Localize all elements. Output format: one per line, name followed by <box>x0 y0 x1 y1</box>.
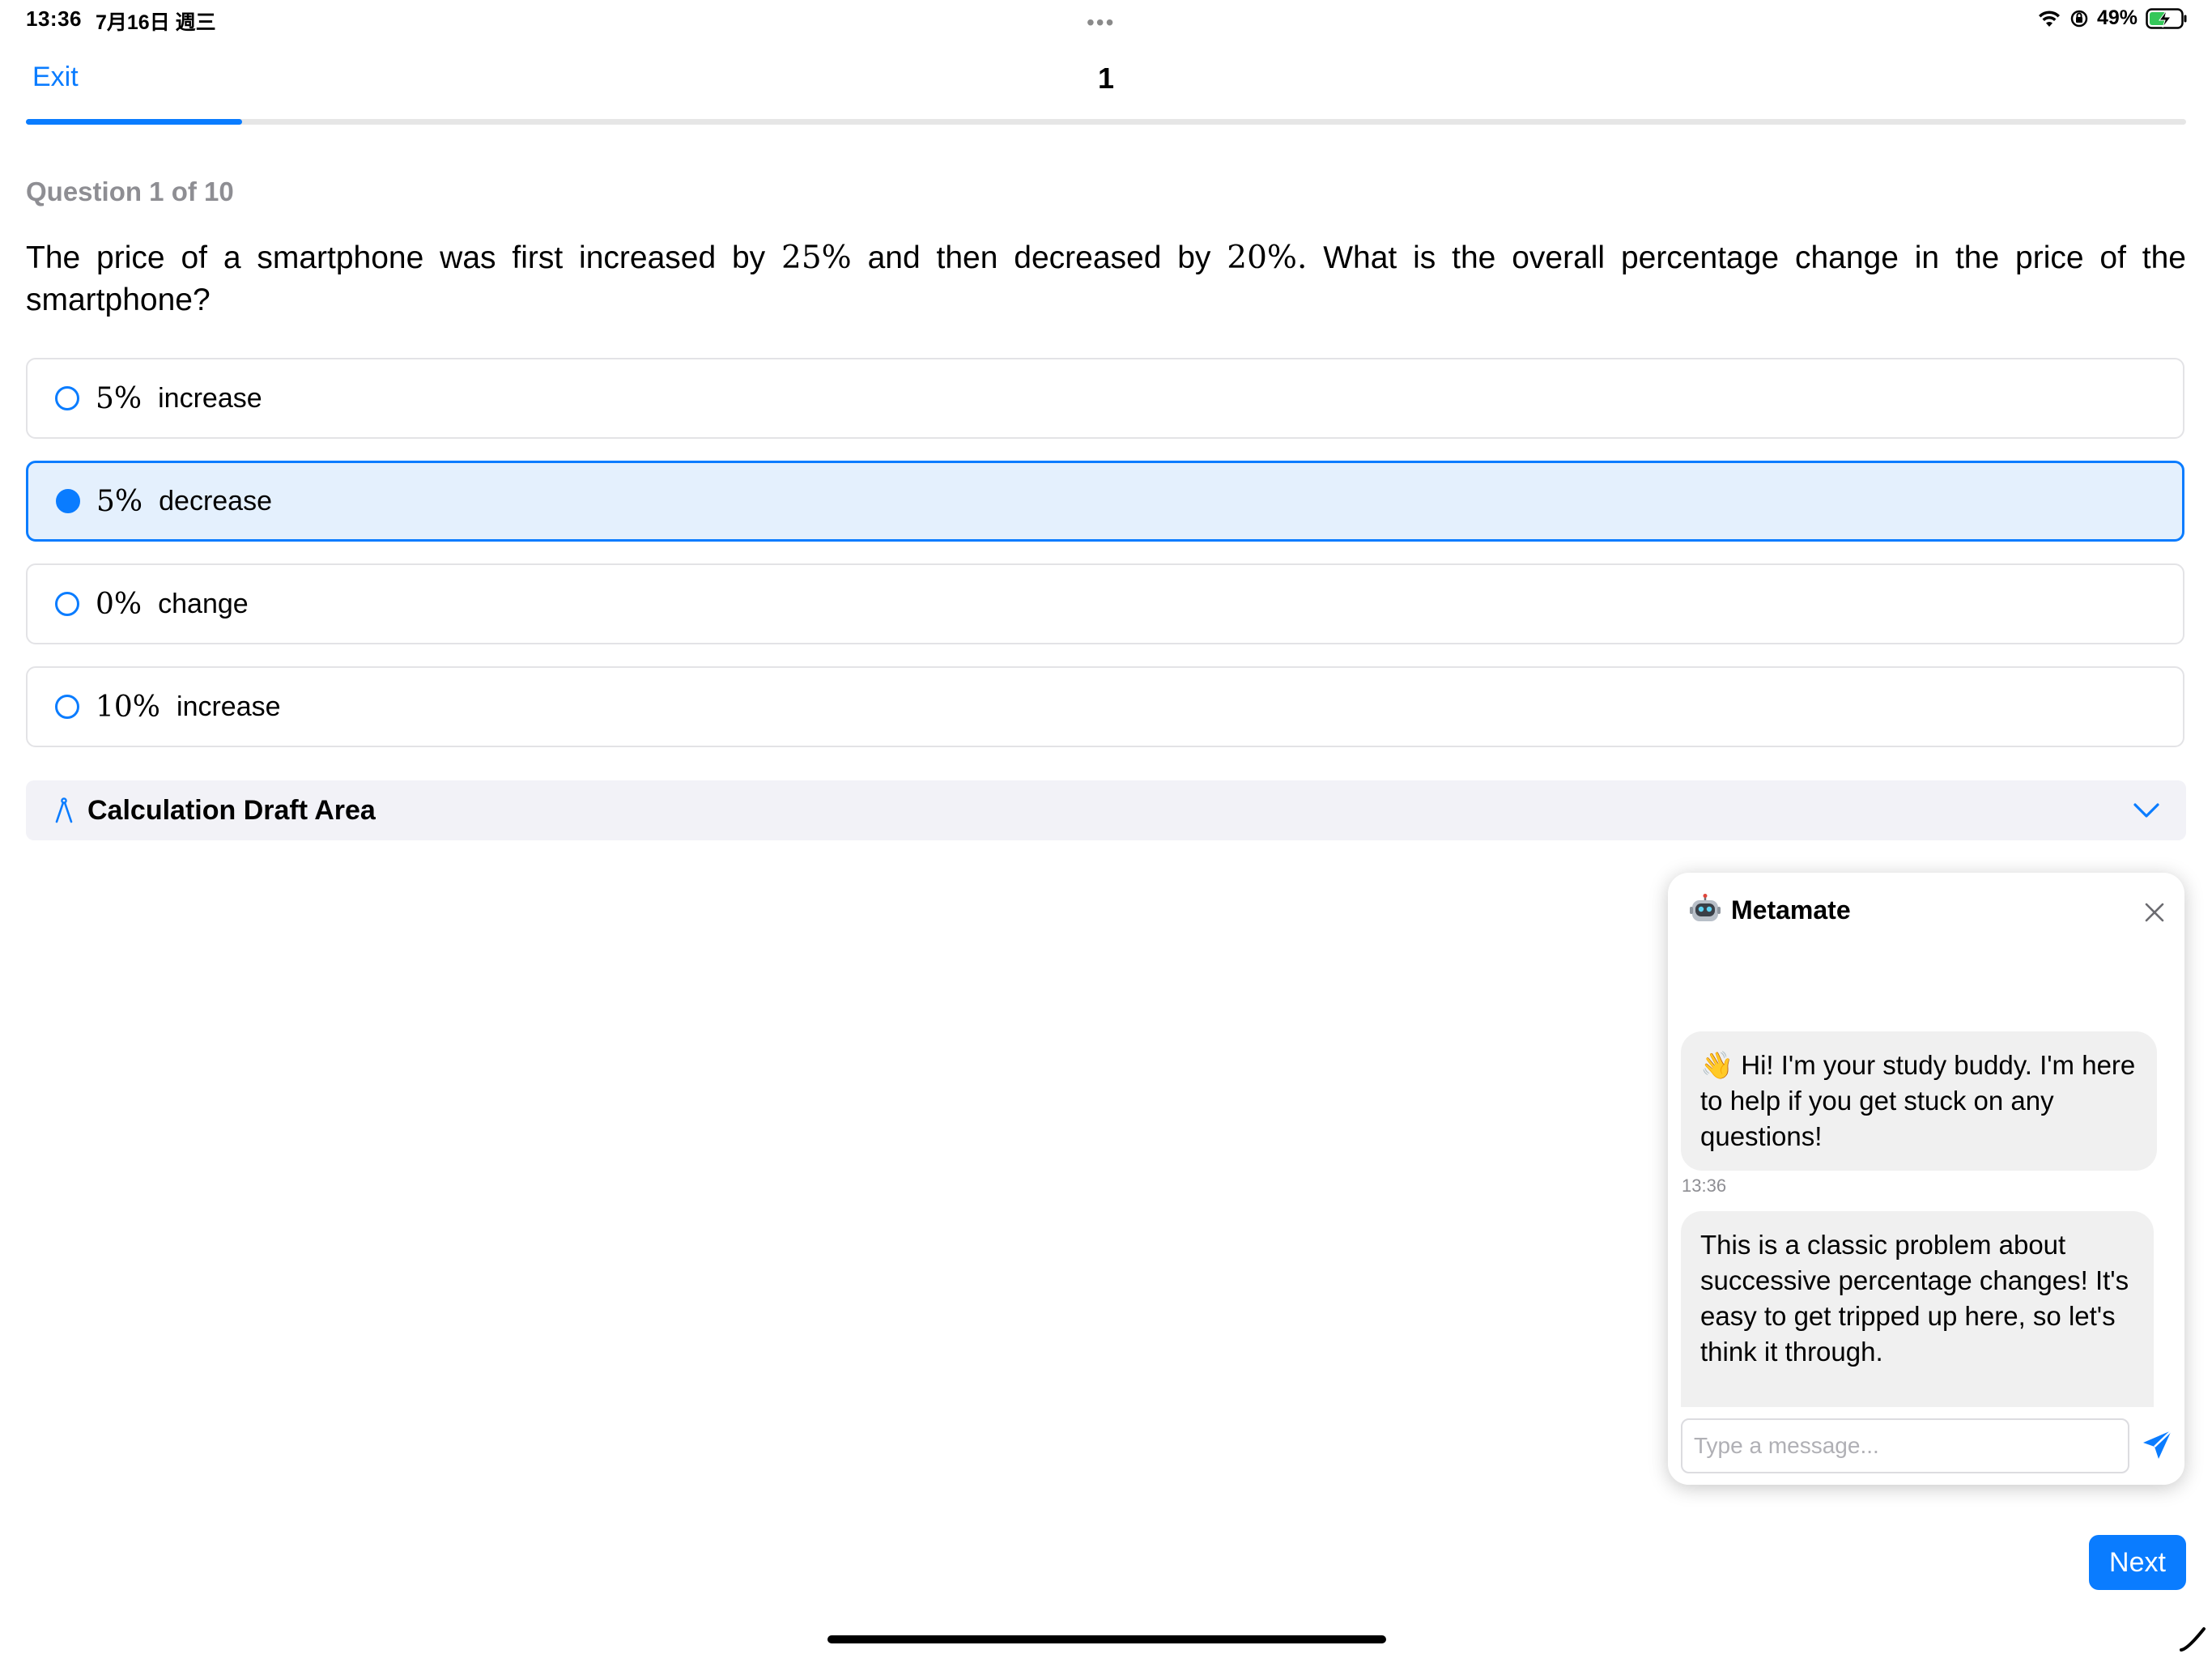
wifi-icon <box>2038 10 2060 27</box>
chevron-down-icon[interactable] <box>2133 801 2160 819</box>
chat-message-bubble: 👋 Hi! I'm your study buddy. I'm here to … <box>1681 1031 2157 1171</box>
question-text-segment: and then decreased by <box>851 240 1227 275</box>
option-percentage: 10% <box>96 690 161 724</box>
multitasking-dots-icon[interactable]: ••• <box>1087 10 1115 36</box>
exit-button[interactable]: Exit <box>32 62 79 93</box>
chat-message-input[interactable] <box>1681 1418 2129 1473</box>
option-label: change <box>158 588 249 619</box>
status-right: 49% <box>2037 6 2188 30</box>
draft-area-label: Calculation Draft Area <box>87 794 376 826</box>
answer-option[interactable]: 5% increase <box>26 358 2184 439</box>
next-button[interactable]: Next <box>2089 1535 2186 1590</box>
lock-rotation-icon <box>2070 10 2088 27</box>
chat-panel: Metamate 👋 Hi! I'm your study buddy. I'm… <box>1668 873 2184 1485</box>
chat-title: Metamate <box>1731 895 1851 925</box>
calculation-draft-area[interactable]: Calculation Draft Area <box>26 780 2186 840</box>
option-label: increase <box>158 382 262 414</box>
radio-empty-icon[interactable] <box>55 592 79 616</box>
compass-icon <box>55 797 73 823</box>
progress-bar-fill <box>26 119 242 125</box>
option-percentage: 5% <box>96 484 143 518</box>
question-counter: Question 1 of 10 <box>26 176 234 206</box>
option-label: increase <box>177 691 281 722</box>
progress-bar <box>26 119 2186 125</box>
close-icon[interactable] <box>2142 900 2167 925</box>
status-date: 7月16日 週三 <box>96 11 216 34</box>
question-number-title: 1 <box>1097 62 1115 95</box>
option-label: decrease <box>159 485 272 517</box>
math-value: 20%. <box>1227 240 1308 276</box>
question-text: The price of a smartphone was first incr… <box>26 237 2186 321</box>
robot-icon <box>1690 894 1721 921</box>
home-indicator[interactable] <box>827 1635 1386 1643</box>
battery-percent: 49% <box>2096 6 2138 29</box>
chat-input-row <box>1668 1407 2184 1485</box>
answer-option[interactable]: 0% change <box>26 563 2184 644</box>
chat-message-time: 13:36 <box>1682 1175 1727 1196</box>
chat-messages[interactable]: 👋 Hi! I'm your study buddy. I'm here to … <box>1668 954 2184 1407</box>
battery-charging-icon <box>2146 7 2187 29</box>
chat-header: Metamate <box>1668 873 2184 954</box>
chat-message-text: 👋 Hi! I'm your study buddy. I'm here to … <box>1700 1050 2143 1151</box>
radio-empty-icon[interactable] <box>55 386 79 410</box>
answer-option[interactable]: 10% increase <box>26 666 2184 747</box>
math-value: 25% <box>781 240 852 276</box>
chat-message-bubble: This is a classic problem about successi… <box>1681 1211 2154 1407</box>
option-percentage: 0% <box>96 587 143 621</box>
option-percentage: 5% <box>96 381 143 415</box>
pencil-icon[interactable] <box>2176 1622 2209 1655</box>
status-bar: 13:36 7月16日 週三 ••• 49% <box>0 0 2212 40</box>
radio-empty-icon[interactable] <box>55 695 79 719</box>
send-icon[interactable] <box>2139 1426 2176 1464</box>
status-time: 13:36 <box>26 6 82 31</box>
chat-message-text: This is a classic problem about successi… <box>1700 1230 2129 1367</box>
answer-option[interactable]: 5% decrease <box>26 461 2184 542</box>
question-text-segment: The price of a smartphone was first incr… <box>26 240 782 275</box>
radio-selected-icon[interactable] <box>56 489 80 513</box>
